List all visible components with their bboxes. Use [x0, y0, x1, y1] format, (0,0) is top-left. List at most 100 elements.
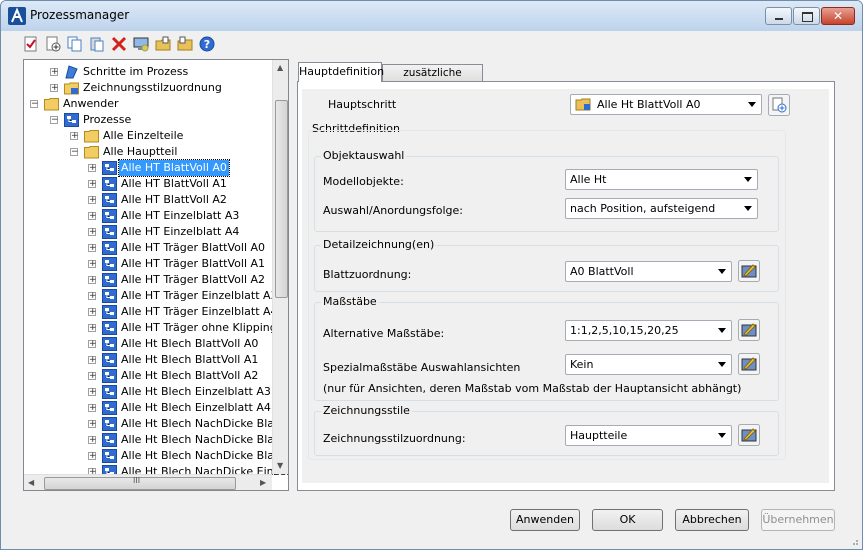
- expand-icon[interactable]: +: [88, 420, 97, 429]
- title-bar[interactable]: Prozessmanager ✕: [1, 1, 862, 31]
- copy-icon[interactable]: [67, 36, 83, 52]
- tree-item[interactable]: + Alle Ht Blech BlattVoll A1: [88, 352, 288, 368]
- alternative-massstaebe-dropdown[interactable]: 1:1,2,5,10,15,20,25: [565, 320, 732, 341]
- tree-item[interactable]: + Alle HT BlattVoll A0: [88, 159, 288, 177]
- process-icon: [102, 225, 117, 239]
- tree-item[interactable]: + Alle HT Träger ohne Klipping Bla: [88, 320, 288, 336]
- tree-item[interactable]: + Alle HT Träger BlattVoll A2: [88, 272, 288, 288]
- expand-icon[interactable]: +: [88, 260, 97, 269]
- expand-icon[interactable]: +: [88, 180, 97, 189]
- tree-item[interactable]: + Alle HT Träger BlattVoll A0: [88, 240, 288, 256]
- edit-massstaebe-button[interactable]: [738, 319, 760, 341]
- tree-item[interactable]: + Alle HT BlattVoll A1: [88, 176, 288, 192]
- tree-item[interactable]: + Alle Ht Blech BlattVoll A2: [88, 368, 288, 384]
- collapse-icon[interactable]: −: [50, 116, 59, 125]
- expand-icon[interactable]: +: [88, 404, 97, 413]
- check-icon[interactable]: [23, 36, 39, 52]
- expand-icon[interactable]: +: [88, 388, 97, 397]
- anwenden-button[interactable]: Anwenden: [510, 509, 580, 531]
- new-icon[interactable]: [45, 36, 61, 52]
- expand-icon[interactable]: +: [88, 276, 97, 285]
- collapse-icon[interactable]: −: [30, 100, 39, 109]
- expand-icon[interactable]: +: [88, 324, 97, 333]
- auswahl-dropdown[interactable]: nach Position, aufsteigend: [565, 198, 758, 219]
- vertical-scroll-thumb[interactable]: [275, 100, 288, 298]
- hauptschritt-dropdown[interactable]: Alle Ht BlattVoll A0: [570, 94, 762, 115]
- zeichnungsstilzuordnung-dropdown[interactable]: Hauptteile: [565, 425, 732, 446]
- tree-item[interactable]: + Alle HT Einzelblatt A4: [88, 224, 288, 240]
- tree-item[interactable]: + Alle HT BlattVoll A2: [88, 192, 288, 208]
- scroll-left-icon[interactable]: ◀: [28, 478, 34, 487]
- expand-icon[interactable]: +: [88, 164, 97, 173]
- process-icon: [102, 289, 117, 303]
- add-step-button[interactable]: [768, 94, 790, 116]
- expand-icon[interactable]: +: [88, 212, 97, 221]
- tree-item[interactable]: + Schritte im Prozess: [50, 64, 288, 80]
- close-button[interactable]: ✕: [821, 7, 855, 25]
- delete-icon[interactable]: [111, 36, 127, 52]
- expand-icon[interactable]: +: [88, 356, 97, 365]
- tab-zusaetzliche-schritte[interactable]: zusätzliche Schritte: [382, 64, 483, 95]
- expand-icon[interactable]: +: [50, 68, 59, 77]
- expand-icon[interactable]: +: [50, 84, 59, 93]
- tree-item-label: Alle HT Einzelblatt A3: [121, 209, 240, 222]
- tree-item-label: Alle Ht Blech NachDicke BlattVol: [121, 449, 289, 462]
- expand-icon[interactable]: +: [88, 372, 97, 381]
- tree-item[interactable]: + Alle Ht Blech BlattVoll A0: [88, 336, 288, 352]
- tree-item[interactable]: + Alle HT Träger BlattVoll A1: [88, 256, 288, 272]
- chevron-down-icon: [748, 102, 756, 107]
- scroll-up-icon[interactable]: ▲: [277, 63, 283, 72]
- spezialmassstaebe-dropdown[interactable]: Kein: [565, 354, 732, 375]
- blattzuordnung-dropdown[interactable]: A0 BlattVoll: [565, 261, 732, 282]
- folder-import-icon[interactable]: [177, 36, 193, 52]
- tree-item[interactable]: − Alle Hauptteil: [70, 144, 288, 160]
- expand-icon[interactable]: +: [88, 228, 97, 237]
- tree-item[interactable]: + Alle HT Träger Einzelblatt A3: [88, 288, 288, 304]
- abbrechen-button[interactable]: Abbrechen: [675, 509, 749, 531]
- help-icon[interactable]: ?: [199, 36, 215, 52]
- monitor-icon[interactable]: [133, 36, 149, 52]
- tree-item[interactable]: + Alle HT Träger Einzelblatt A4: [88, 304, 288, 320]
- tree-horizontal-scrollbar[interactable]: ◀ III ▶: [24, 474, 272, 490]
- tab-hauptdefinition[interactable]: Hauptdefinition: [298, 62, 384, 82]
- tree-item[interactable]: − Anwender: [30, 96, 288, 112]
- process-tree[interactable]: + Schritte im Prozess + Zeichnungsstilzuord…: [23, 59, 289, 491]
- expand-icon[interactable]: +: [88, 340, 97, 349]
- step-icon: [65, 65, 78, 79]
- tree-item[interactable]: + Zeichnungsstilzuordnung: [50, 80, 288, 96]
- tree-item[interactable]: + Alle Ht Blech Einzelblatt A4: [88, 400, 288, 416]
- edit-zeichnungsstil-button[interactable]: [738, 424, 760, 446]
- ok-button[interactable]: OK: [592, 509, 663, 531]
- expand-icon[interactable]: +: [88, 308, 97, 317]
- tree-item[interactable]: + Alle Ht Blech Einzelblatt A3: [88, 384, 288, 400]
- folder-export-icon[interactable]: [155, 36, 171, 52]
- horizontal-scroll-thumb[interactable]: III: [44, 476, 236, 490]
- expand-icon[interactable]: +: [70, 132, 79, 141]
- tree-item-label: Zeichnungsstilzuordnung: [83, 81, 222, 94]
- edit-spezialmassstaebe-button[interactable]: [738, 353, 760, 375]
- tree-item[interactable]: + Alle Ht Blech NachDicke BlattVol: [88, 448, 289, 464]
- paste-icon[interactable]: [89, 36, 105, 52]
- uebernehmen-button[interactable]: Übernehmen: [761, 509, 835, 531]
- edit-blattzuordnung-button[interactable]: [738, 260, 760, 282]
- collapse-icon[interactable]: −: [70, 148, 79, 157]
- maximize-button[interactable]: [793, 7, 820, 25]
- resize-grip-icon[interactable]: [849, 536, 859, 546]
- expand-icon[interactable]: +: [88, 436, 97, 445]
- expand-icon[interactable]: +: [88, 244, 97, 253]
- scroll-down-icon[interactable]: ▼: [277, 461, 283, 470]
- minimize-button[interactable]: [765, 7, 792, 25]
- expand-icon[interactable]: +: [88, 196, 97, 205]
- expand-icon[interactable]: +: [88, 292, 97, 301]
- tree-vertical-scrollbar[interactable]: ▲ ▼: [272, 60, 288, 474]
- tree-item[interactable]: + Alle Ht Blech NachDicke BlattVol: [88, 432, 288, 448]
- scroll-right-icon[interactable]: ▶: [260, 478, 266, 487]
- massstaebe-note: (nur für Ansichten, deren Maßstab vom Ma…: [323, 382, 742, 395]
- modellobjekte-dropdown[interactable]: Alle Ht: [565, 169, 758, 190]
- tree-item[interactable]: + Alle Ht Blech NachDicke BlattVol: [88, 416, 288, 432]
- expand-icon[interactable]: +: [88, 452, 97, 461]
- tree-item[interactable]: − Prozesse: [50, 112, 288, 128]
- tree-item-label: Alle Hauptteil: [103, 145, 178, 158]
- tree-item[interactable]: + Alle Einzelteile: [70, 128, 288, 144]
- tree-item[interactable]: + Alle HT Einzelblatt A3: [88, 208, 288, 224]
